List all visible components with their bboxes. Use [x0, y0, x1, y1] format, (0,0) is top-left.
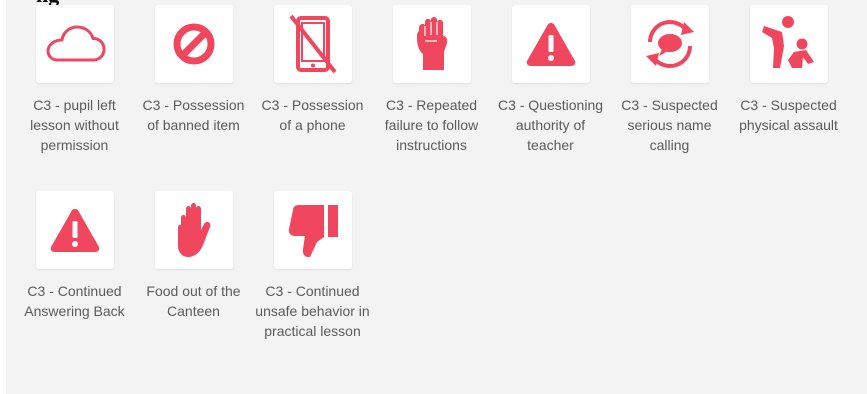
no-phone-icon	[288, 14, 337, 74]
behaviour-icon-button[interactable]	[273, 5, 352, 83]
behaviour-icon-button[interactable]	[749, 5, 828, 83]
cloud-icon	[46, 25, 105, 62]
behaviour-label: C3 - Possession of banned item	[142, 97, 245, 133]
behaviour-tile-name-calling[interactable]: C3 - Suspected serious name calling	[610, 5, 729, 155]
behaviour-tile-left-lesson[interactable]: C3 - pupil left lesson without permissio…	[15, 5, 134, 155]
behaviour-icon-button[interactable]	[392, 5, 471, 83]
behaviour-label: C3 - Suspected serious name calling	[621, 97, 718, 153]
speech-cycle-icon	[645, 20, 694, 68]
behaviour-label: C3 - Questioning authority of teacher	[497, 97, 604, 153]
behaviour-label: C3 - Continued Answering Back	[24, 283, 125, 319]
behaviour-label: Food out of the Canteen	[146, 283, 241, 319]
behaviour-icon-button[interactable]	[35, 5, 114, 83]
behaviour-icon-button[interactable]	[273, 191, 352, 269]
behaviour-tile-phone[interactable]: C3 - Possession of a phone	[253, 5, 372, 135]
behaviour-label: C3 - Possession of a phone	[261, 97, 364, 133]
behaviour-label: C3 - pupil left lesson without permissio…	[30, 97, 119, 153]
behaviour-icon-button[interactable]	[630, 5, 709, 83]
thumbs-down-icon	[288, 205, 338, 257]
behaviour-tile-physical-assault[interactable]: C3 - Suspected physical assault	[729, 5, 848, 135]
raised-hand-icon	[177, 203, 210, 257]
behaviour-tile-food-out-of-canteen[interactable]: Food out of the Canteen	[134, 191, 253, 321]
behaviour-label: C3 - Suspected physical assault	[739, 97, 838, 133]
behaviour-icon-button[interactable]	[35, 191, 114, 269]
behaviour-icon-button[interactable]	[154, 5, 233, 83]
warning-icon	[526, 23, 575, 66]
behaviour-picker: ng C3 - pupil left lesson without permis…	[0, 0, 867, 394]
behaviour-icon-button[interactable]	[154, 191, 233, 269]
warning-icon	[50, 209, 99, 252]
behaviour-tile-answering-back[interactable]: C3 - Continued Answering Back	[15, 191, 134, 321]
fist-icon	[416, 17, 447, 70]
behaviour-label: C3 - Repeated failure to follow instruct…	[384, 97, 479, 153]
behaviour-tile-failure-to-follow[interactable]: C3 - Repeated failure to follow instruct…	[372, 5, 491, 155]
physical-assault-icon	[761, 16, 814, 68]
behaviour-icon-button[interactable]	[511, 5, 590, 83]
behaviour-label: C3 - Continued unsafe behavior in practi…	[255, 283, 370, 339]
prohibited-icon	[173, 23, 214, 65]
behaviour-tile-unsafe-practical[interactable]: C3 - Continued unsafe behavior in practi…	[253, 191, 372, 341]
behaviour-tile-banned-item[interactable]: C3 - Possession of banned item	[134, 5, 253, 135]
behaviour-tile-questioning-authority[interactable]: C3 - Questioning authority of teacher	[491, 5, 610, 155]
